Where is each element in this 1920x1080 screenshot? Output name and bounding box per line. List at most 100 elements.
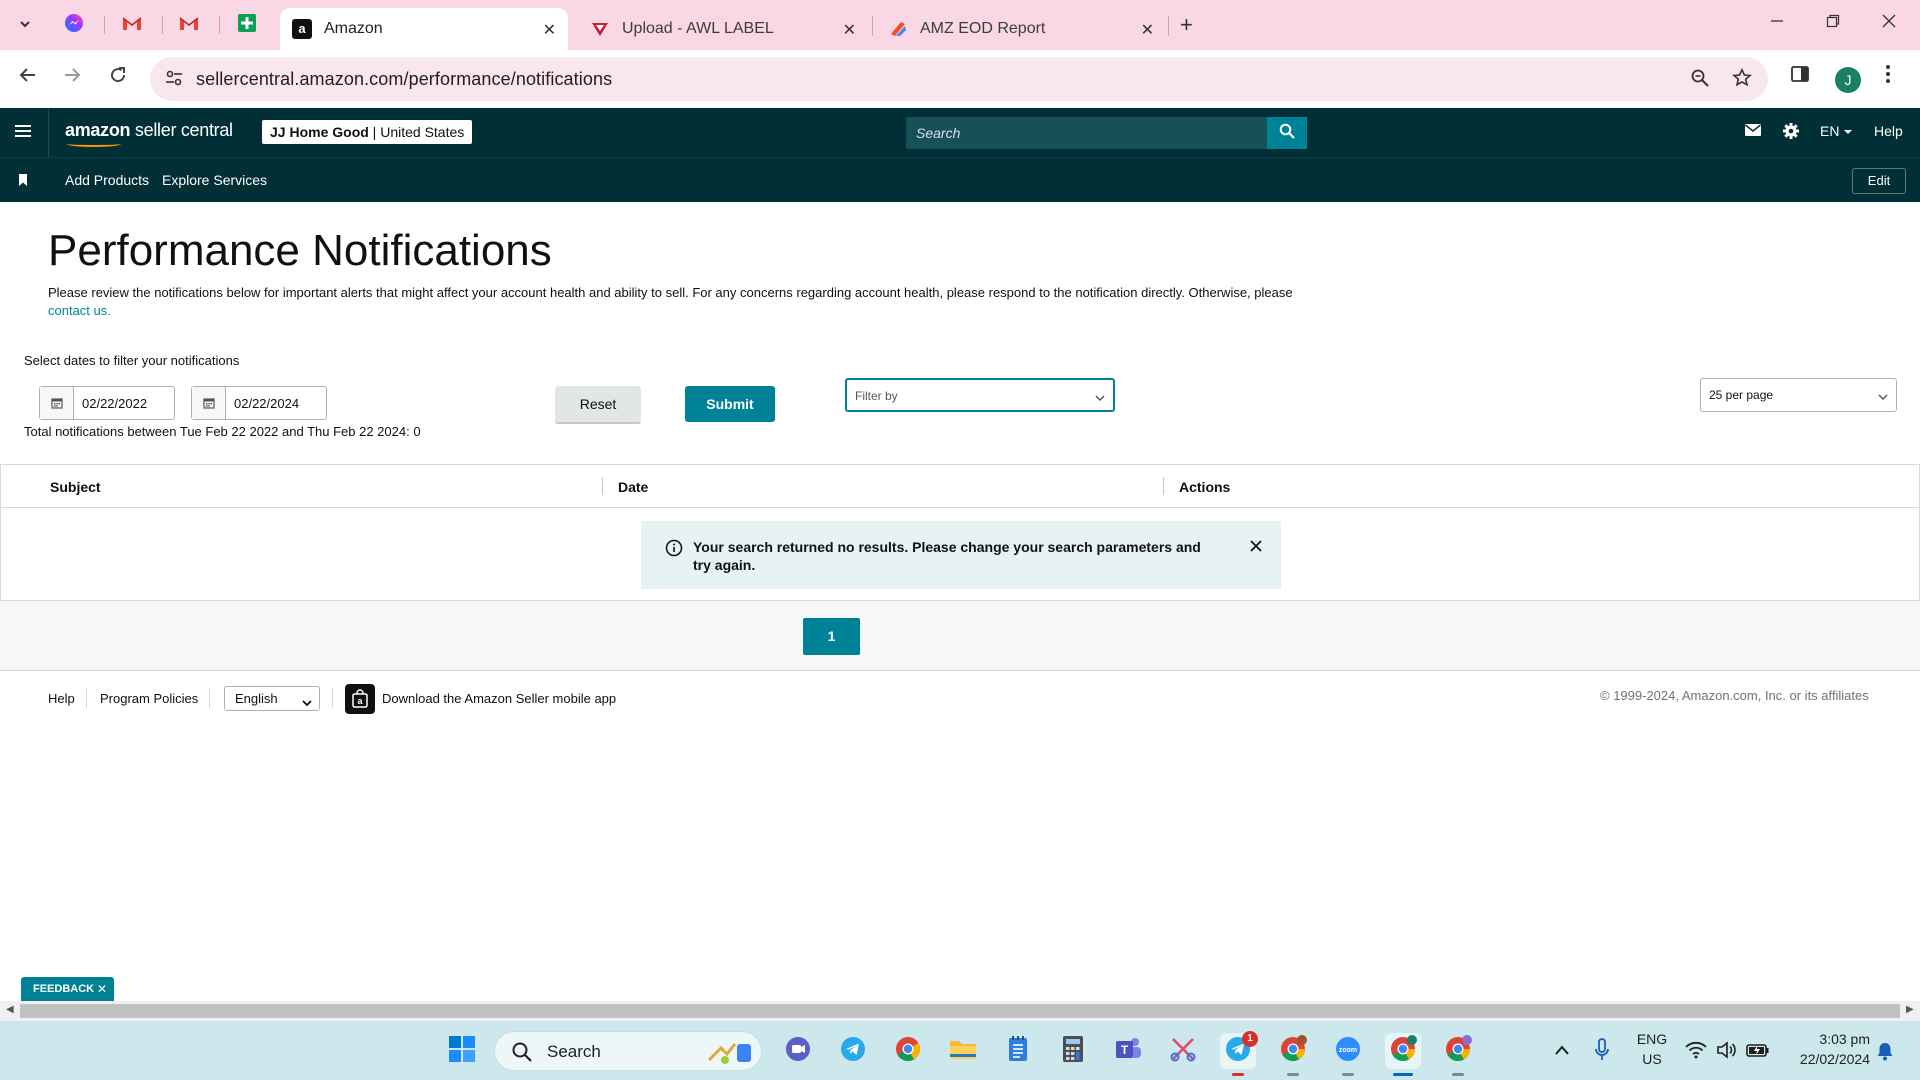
microphone-icon[interactable]	[1594, 1038, 1610, 1067]
taskbar-chrome-3[interactable]	[1385, 1033, 1421, 1069]
start-button[interactable]	[444, 1033, 480, 1069]
taskbar-telegram-2[interactable]: 1	[1220, 1031, 1258, 1069]
footer-help-link[interactable]: Help	[48, 691, 75, 706]
messenger-icon	[64, 13, 84, 38]
pinned-tab-messenger[interactable]	[57, 10, 91, 40]
intro-body: Please review the notifications below fo…	[48, 285, 1293, 300]
report-favicon-icon	[888, 19, 908, 39]
column-date[interactable]: Date	[618, 479, 648, 495]
header-help-link[interactable]: Help	[1874, 123, 1903, 139]
feedback-tab[interactable]: FEEDBACK ✕	[21, 977, 114, 1001]
tab-title: Upload - AWL LABEL	[622, 20, 774, 37]
calendar-icon[interactable]	[40, 387, 74, 419]
scroll-left-icon[interactable]: ◀	[6, 1004, 14, 1015]
download-app-link[interactable]: Download the Amazon Seller mobile app	[382, 691, 616, 706]
taskbar-snipping-tool[interactable]	[1165, 1033, 1201, 1069]
column-actions: Actions	[1179, 479, 1231, 495]
seller-central-logo[interactable]: amazon seller central	[65, 120, 233, 147]
notepad-icon	[1006, 1035, 1030, 1068]
scroll-right-icon[interactable]: ▶	[1906, 1004, 1914, 1015]
total-notifications-text: Total notifications between Tue Feb 22 2…	[24, 424, 421, 439]
seller-search-input[interactable]: Search	[906, 117, 1268, 149]
mail-icon[interactable]	[1744, 122, 1762, 143]
forward-button[interactable]	[58, 66, 86, 90]
input-language-line1[interactable]: ENG	[1632, 1031, 1672, 1047]
merchant-region: United States	[380, 124, 465, 140]
bookmark-icon[interactable]	[18, 173, 28, 191]
scrollbar-thumb[interactable]	[20, 1004, 1900, 1018]
taskbar-notepad[interactable]	[1000, 1033, 1036, 1069]
wifi-icon[interactable]	[1685, 1041, 1707, 1064]
restore-button[interactable]	[1826, 12, 1840, 33]
search-icon	[511, 1041, 533, 1068]
close-icon[interactable]: ✕	[543, 20, 556, 40]
back-button[interactable]	[14, 66, 42, 90]
input-language-line2[interactable]: US	[1632, 1051, 1672, 1067]
column-subject[interactable]: Subject	[50, 479, 101, 495]
site-settings-icon[interactable]	[164, 68, 184, 93]
start-date-input[interactable]: 02/22/2022	[39, 386, 175, 420]
new-tab-button[interactable]: +	[1180, 12, 1193, 38]
footer-program-policies-link[interactable]: Program Policies	[100, 691, 198, 706]
filter-by-select[interactable]: Filter by	[845, 378, 1115, 412]
chevron-down-icon	[1095, 391, 1105, 405]
clock-date[interactable]: 22/02/2024	[1780, 1051, 1870, 1067]
more-menu-icon[interactable]	[1885, 64, 1891, 89]
calendar-icon[interactable]	[192, 387, 226, 419]
notification-bell-icon[interactable]	[1876, 1041, 1894, 1066]
svg-text:a: a	[298, 21, 306, 36]
reset-button[interactable]: Reset	[555, 386, 641, 424]
battery-icon[interactable]	[1746, 1042, 1770, 1063]
gear-icon[interactable]	[1782, 122, 1800, 145]
pinned-tab-gmail-1[interactable]	[115, 10, 149, 40]
side-panel-icon[interactable]	[1790, 64, 1810, 89]
taskbar-zoom[interactable]: zoom	[1330, 1033, 1366, 1069]
close-icon[interactable]: ✕	[97, 977, 107, 1001]
contact-us-link[interactable]: contact us.	[48, 303, 111, 318]
address-bar[interactable]: sellercentral.amazon.com/performance/not…	[150, 57, 1768, 101]
per-page-select[interactable]: 25 per page	[1700, 378, 1897, 412]
close-icon[interactable]: ✕	[1141, 20, 1154, 40]
window-close-button[interactable]	[1882, 12, 1896, 33]
reload-button[interactable]	[104, 66, 132, 90]
tab-search-button[interactable]	[12, 12, 38, 38]
pinned-tab-sheets[interactable]	[230, 10, 264, 40]
bookmark-star-icon[interactable]	[1732, 67, 1752, 94]
taskbar-file-explorer[interactable]	[945, 1033, 981, 1069]
volume-icon[interactable]	[1716, 1041, 1738, 1064]
tab-amz-eod-report[interactable]: AMZ EOD Report ✕	[876, 8, 1166, 50]
taskbar-teams-chat[interactable]	[780, 1033, 816, 1069]
edit-nav-button[interactable]: Edit	[1852, 168, 1906, 194]
hamburger-menu-icon[interactable]	[14, 122, 32, 145]
page-button-current[interactable]: 1	[803, 618, 860, 655]
end-date-input[interactable]: 02/22/2024	[191, 386, 327, 420]
browser-tab-strip: a Amazon ✕ Upload - AWL LABEL ✕ AMZ EOD …	[0, 0, 1920, 50]
copyright-text: © 1999-2024, Amazon.com, Inc. or its aff…	[1600, 688, 1869, 703]
amazon-seller-app-icon[interactable]: a	[345, 684, 375, 714]
taskbar-telegram-1[interactable]	[835, 1033, 871, 1069]
zoom-icon[interactable]	[1690, 68, 1710, 94]
merchant-switcher[interactable]: JJ Home Good | United States	[262, 120, 473, 144]
close-icon[interactable]: ✕	[843, 20, 856, 40]
language-selector[interactable]: EN	[1820, 123, 1853, 139]
chevron-up-icon[interactable]	[1554, 1043, 1570, 1061]
subnav-add-products[interactable]: Add Products	[65, 172, 149, 188]
taskbar-calculator[interactable]	[1055, 1033, 1091, 1069]
taskbar-chrome-1[interactable]	[890, 1033, 926, 1069]
profile-avatar[interactable]: J	[1835, 67, 1861, 93]
horizontal-scrollbar[interactable]: ◀ ▶	[0, 1001, 1920, 1021]
subnav-explore-services[interactable]: Explore Services	[162, 172, 267, 188]
minimize-button[interactable]	[1770, 12, 1784, 33]
taskbar-chrome-2[interactable]	[1275, 1033, 1311, 1069]
submit-button[interactable]: Submit	[685, 386, 775, 422]
close-icon[interactable]	[1249, 539, 1263, 558]
tab-upload-awl-label[interactable]: Upload - AWL LABEL ✕	[578, 8, 868, 50]
seller-search-button[interactable]	[1267, 117, 1307, 149]
taskbar-search[interactable]: Search	[494, 1031, 762, 1071]
tab-amazon[interactable]: a Amazon ✕	[280, 8, 568, 50]
taskbar-chrome-4[interactable]	[1440, 1033, 1476, 1069]
pinned-tab-gmail-2[interactable]	[172, 10, 206, 40]
clock-time[interactable]: 3:03 pm	[1780, 1031, 1870, 1047]
footer-language-select[interactable]: English	[224, 686, 320, 711]
taskbar-teams[interactable]: T	[1110, 1033, 1146, 1069]
